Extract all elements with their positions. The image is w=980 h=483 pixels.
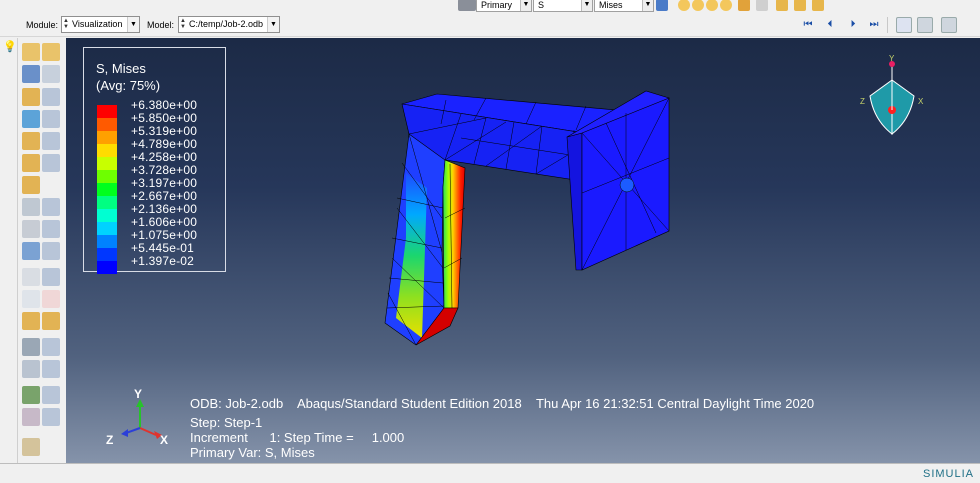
view-cube-x-label: X: [918, 97, 924, 106]
field-output-dialog-icon[interactable]: [656, 0, 668, 11]
triad-z-axis: [125, 427, 141, 434]
free-body-manager-icon[interactable]: [42, 338, 60, 356]
allow-multiple-plot-states-icon[interactable]: [22, 176, 40, 194]
toolbox-divider: [17, 38, 18, 463]
plot-symbols-tool-icon[interactable]: [22, 110, 40, 128]
view-cut-manager-icon[interactable]: [42, 242, 60, 260]
triad-x-label: X: [160, 433, 169, 447]
plot-contours-icon[interactable]: [706, 0, 718, 11]
chevron-down-icon: ▼: [581, 0, 592, 11]
last-frame-icon[interactable]: ⏭: [866, 19, 882, 31]
display-group-icon[interactable]: [22, 312, 40, 330]
edit-annotation-icon[interactable]: [22, 438, 40, 456]
lightbulb-icon[interactable]: 💡: [3, 40, 17, 53]
abaqus-cae-window: Primary ▼ S ▼ Mises ▼ Module: ▲ ▼ Visuali…: [0, 0, 980, 483]
next-frame-icon[interactable]: ⏵: [845, 19, 861, 31]
module-select[interactable]: ▲ ▼ Visualization ▼: [61, 16, 140, 33]
plot-deformed-icon[interactable]: [692, 0, 704, 11]
xy-data-manager-icon[interactable]: [42, 268, 60, 286]
chevron-down-icon: ▼: [642, 0, 653, 11]
simulia-logo: SIMULIA: [922, 468, 974, 480]
animation-options-tool-icon[interactable]: [42, 198, 60, 216]
field-output-icon[interactable]: [458, 0, 476, 11]
model-select[interactable]: ▲ ▼ C:/temp/Job-2.odb ▼: [178, 16, 280, 33]
plot-contours-tool-icon[interactable]: [22, 88, 40, 106]
xy-plot-icon[interactable]: [42, 290, 60, 308]
query-tool-icon[interactable]: [22, 360, 40, 378]
query-manager-icon[interactable]: [42, 360, 60, 378]
invariant-value: Mises: [599, 0, 623, 10]
module-label: Module:: [26, 20, 59, 30]
orientation-options-icon[interactable]: [42, 132, 60, 150]
plot-undeformed-icon[interactable]: [678, 0, 690, 11]
view-pan-icon[interactable]: [812, 0, 824, 11]
triad-z-arrow: [121, 429, 128, 437]
overlay-plot-icon[interactable]: [22, 408, 40, 426]
view-cut-icon[interactable]: [22, 242, 40, 260]
view-cube-right-face: [891, 79, 915, 136]
triad-y-label: Y: [134, 387, 143, 401]
layer-manager-icon[interactable]: [42, 408, 60, 426]
spinner-arrows-icon: ▲ ▼: [180, 18, 186, 30]
plot-deformed-tool-icon[interactable]: [22, 65, 40, 83]
contour-plot-options-icon[interactable]: [42, 154, 60, 172]
superimpose-icon[interactable]: [42, 65, 60, 83]
plot-symbols-icon[interactable]: [720, 0, 732, 11]
previous-frame-icon[interactable]: ⏴: [822, 19, 838, 31]
camera-icon[interactable]: [917, 17, 933, 33]
query-icon[interactable]: [738, 0, 750, 11]
model-value: C:/temp/Job-2.odb: [189, 19, 264, 29]
chevron-down-icon: ▼: [520, 0, 531, 11]
output-position-value: Primary: [481, 0, 512, 10]
display-group-manager-icon[interactable]: [42, 312, 60, 330]
symbol-options-icon[interactable]: [42, 110, 60, 128]
plot-material-orientations-icon[interactable]: [22, 132, 40, 150]
context-bar: Module: ▲ ▼ Visualization ▼ Model: ▲ ▼ C:/…: [0, 13, 980, 37]
view-cube-z-label: Z: [860, 97, 865, 106]
step-info-line: Step: Step-1: [190, 415, 263, 430]
plate-side-face: [566, 132, 583, 271]
animate-icon[interactable]: [22, 198, 40, 216]
free-body-cut-icon[interactable]: [22, 338, 40, 356]
odb-info-line: ODB: Job-2.odb Abaqus/Standard Student E…: [190, 396, 815, 411]
animation-options-icon[interactable]: [896, 17, 912, 33]
triad-x-axis: [139, 427, 157, 436]
field-output-toolbar: Primary ▼ S ▼ Mises ▼: [0, 0, 980, 13]
invariant-select[interactable]: Mises ▼: [594, 0, 654, 12]
common-options-icon[interactable]: [42, 43, 60, 61]
plot-options-icon[interactable]: [756, 0, 768, 11]
status-bar: SIMULIA: [0, 463, 980, 483]
camera-options-icon[interactable]: [941, 17, 957, 33]
create-xy-data-icon[interactable]: [22, 268, 40, 286]
output-position-select[interactable]: Primary ▼: [476, 0, 532, 12]
model-label: Model:: [147, 20, 175, 30]
view-cube-left-face: [869, 79, 893, 136]
toolbar-divider: [887, 17, 888, 33]
plot-undeformed-tool-icon[interactable]: [22, 43, 40, 61]
toolbox: 💡: [0, 38, 66, 463]
variable-select[interactable]: S ▼: [533, 0, 593, 12]
spinner-arrows-icon: ▲ ▼: [63, 18, 69, 30]
path-icon[interactable]: [22, 290, 40, 308]
animate-scale-factor-icon[interactable]: [42, 220, 60, 238]
viewport[interactable]: S, Mises (Avg: 75%) +6.380e+00 +5.850e+00…: [66, 38, 980, 463]
primary-var-line: Primary Var: S, Mises: [190, 445, 315, 460]
increment-info-line: Increment 1: Step Time = 1.000: [190, 430, 405, 445]
animate-time-history-icon[interactable]: [22, 220, 40, 238]
stream-manager-icon[interactable]: [42, 386, 60, 404]
view-rotate-icon[interactable]: [794, 0, 806, 11]
chevron-down-icon: ▼: [127, 17, 139, 32]
view-fit-icon[interactable]: [776, 0, 788, 11]
plot-contours-deformed-icon[interactable]: [22, 154, 40, 172]
column-side-face: [442, 159, 466, 309]
module-value: Visualization: [72, 19, 123, 29]
view-cube[interactable]: Y Z X: [856, 54, 926, 144]
stream-icon[interactable]: [22, 386, 40, 404]
chevron-down-icon: ▼: [267, 17, 279, 32]
triad-z-label: Z: [106, 433, 114, 447]
contour-options-icon[interactable]: [42, 88, 60, 106]
view-cube-y-label: Y: [889, 54, 895, 63]
variable-value: S: [538, 0, 545, 10]
first-frame-icon[interactable]: ⏮: [800, 19, 816, 31]
